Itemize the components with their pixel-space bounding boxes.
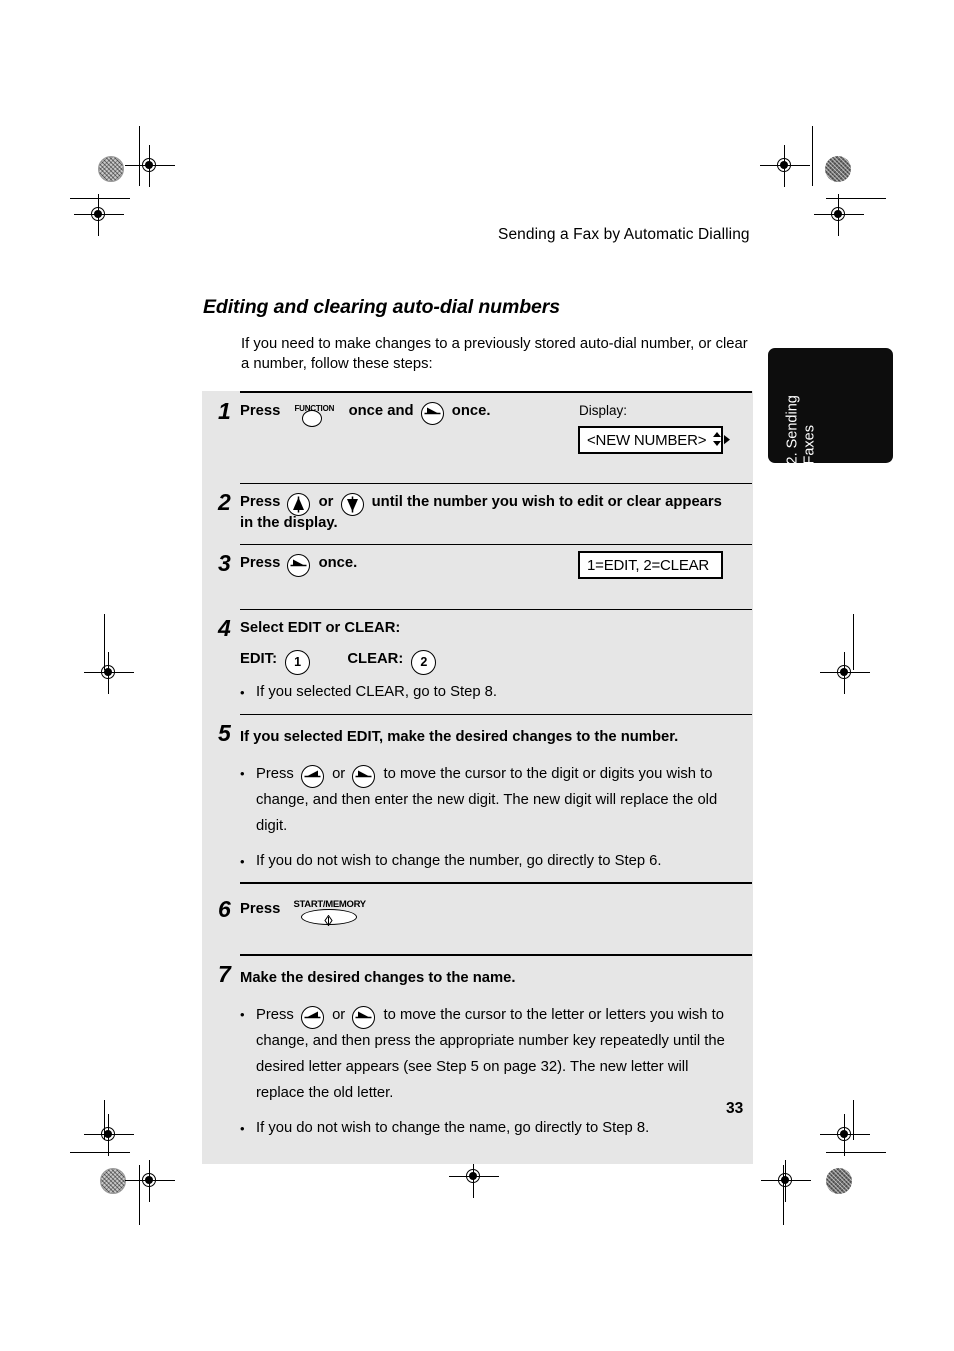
step-number: 6: [218, 896, 231, 922]
registration-target: [84, 1114, 134, 1156]
display-scroll-arrows-icon: [712, 431, 732, 449]
registration-target: [125, 1160, 175, 1202]
right-arrow-key-icon[interactable]: [420, 402, 445, 426]
registration-target: [449, 1156, 499, 1198]
step5-bullet-2: If you do not wish to change the number,…: [256, 852, 662, 869]
start-memory-glyph-icon: [323, 912, 334, 927]
step4-bullet-1: If you selected CLEAR, go to Step 8.: [256, 684, 497, 700]
numeric-key-1-label: 1: [294, 654, 302, 669]
procedure-step-4: 4 Select EDIT or CLEAR: EDIT: 1 CLEAR: 2: [202, 609, 753, 714]
bullet-item: • If you do not wish to change the name,…: [240, 1118, 739, 1140]
numeric-key-2-icon[interactable]: 2: [411, 649, 437, 676]
step7-or-label: or: [332, 1007, 346, 1023]
registration-target: [84, 652, 134, 694]
running-head: Sending a Fax by Automatic Dialling: [498, 226, 750, 243]
step2-text: until the number you wish to edit or cle…: [240, 494, 722, 531]
bullet-item: • Press or: [240, 761, 739, 839]
step1-tail-label: once.: [451, 403, 491, 419]
step5-press-label: Press: [256, 765, 294, 782]
intro-paragraph: If you need to make changes to a previou…: [241, 336, 748, 372]
right-arrow-key-icon[interactable]: [287, 554, 311, 578]
step-number: 7: [218, 961, 231, 987]
step7-bullet-1-text: to move the cursor to the letter or lett…: [256, 1007, 725, 1101]
step-number: 1: [218, 398, 231, 424]
halftone-dot: [826, 1168, 852, 1194]
step5-title: If you selected EDIT, make the desired c…: [240, 728, 679, 745]
procedure-step-6: 6 Press START/MEMORY: [202, 882, 753, 954]
display-readout-2-text: 1=EDIT, 2=CLEAR: [587, 556, 710, 574]
bullet-item: • If you do not wish to change the numbe…: [240, 851, 739, 873]
right-arrow-key-icon[interactable]: [352, 1006, 376, 1030]
registration-target: [761, 1160, 811, 1202]
start-memory-key-icon[interactable]: START/MEMORY: [290, 898, 368, 928]
step-number: 2: [218, 489, 231, 515]
registration-target: [820, 652, 870, 694]
page-title: Editing and clearing auto-dial numbers: [203, 296, 560, 318]
registration-target: [820, 1114, 870, 1156]
function-key-oval: [302, 410, 323, 428]
halftone-dot: [98, 156, 124, 182]
numeric-key-1-icon[interactable]: 1: [285, 649, 311, 676]
crop-mark-line: [826, 1152, 886, 1153]
procedure-step-7: 7 Make the desired changes to the name. …: [202, 954, 753, 1156]
display-readout-1-text: <NEW NUMBER>: [587, 431, 707, 449]
halftone-dot: [825, 156, 851, 182]
step-number: 4: [218, 615, 231, 641]
step7-bullet-2: If you do not wish to change the name, g…: [256, 1120, 650, 1136]
bullet-glyph: •: [240, 765, 245, 781]
chapter-tab: 2. Sending Faxes: [768, 348, 893, 465]
procedure-step-2: 2 Press or until the number you wish to …: [202, 483, 753, 544]
step3-press-label: Press: [240, 555, 281, 571]
edit-label: EDIT:: [240, 651, 277, 667]
step2-or-label: or: [318, 494, 334, 510]
function-key-icon[interactable]: FUNCTION: [288, 401, 342, 428]
crop-mark-line: [70, 198, 130, 199]
registration-target: [125, 145, 175, 187]
step5-or-label: or: [332, 765, 346, 782]
numeric-key-2-label: 2: [420, 654, 428, 669]
step1-mid-label: once and: [348, 403, 414, 419]
bullet-item: • If you selected CLEAR, go to Step 8.: [240, 682, 743, 704]
down-arrow-key-icon[interactable]: [340, 493, 365, 517]
left-arrow-key-icon[interactable]: [300, 1006, 325, 1030]
chapter-tab-label: 2. Sending Faxes: [784, 395, 818, 465]
right-arrow-key-icon[interactable]: [352, 764, 376, 789]
bullet-glyph: •: [240, 1007, 245, 1022]
step6-press-label: Press: [240, 900, 281, 917]
registration-target: [814, 194, 864, 236]
registration-target: [760, 145, 810, 187]
left-arrow-key-icon[interactable]: [300, 764, 325, 789]
step-number: 3: [218, 550, 231, 576]
display-readout-1: <NEW NUMBER>: [578, 426, 731, 454]
page-number: 33: [726, 1100, 744, 1117]
step7-press-label: Press: [256, 1007, 294, 1023]
display-label-1: Display:: [579, 403, 628, 418]
step1-press-label: Press: [240, 403, 281, 419]
bullet-glyph: •: [240, 853, 245, 869]
bullet-glyph: •: [240, 1121, 245, 1136]
display-readout-2: 1=EDIT, 2=CLEAR: [578, 551, 723, 579]
procedure-step-3: 3 Press once. 1=EDIT, 2=CLEAR: [202, 544, 753, 609]
crop-mark-line: [826, 198, 886, 199]
bullet-item: • Press or: [240, 1002, 739, 1106]
procedure-step-1: 1 Press FUNCTION once and once. Display:…: [202, 391, 753, 483]
step-number: 5: [218, 719, 231, 746]
document-page: Sending a Fax by Automatic Dialling Edit…: [0, 0, 954, 1351]
crop-mark-line: [812, 126, 813, 186]
up-arrow-key-icon[interactable]: [287, 493, 311, 517]
crop-mark-line: [70, 1152, 130, 1153]
bullet-glyph: •: [240, 685, 245, 700]
registration-target: [74, 194, 124, 236]
step7-title: Make the desired changes to the name.: [240, 970, 516, 986]
halftone-dot: [100, 1168, 126, 1194]
step3-tail-label: once.: [318, 555, 358, 571]
step4-title: Select EDIT or CLEAR:: [240, 620, 401, 636]
procedure-container: 1 Press FUNCTION once and once. Display:…: [202, 391, 753, 1164]
clear-label: CLEAR:: [347, 651, 404, 667]
step2-press-label: Press: [240, 494, 281, 510]
procedure-step-5: 5 If you selected EDIT, make the desired…: [202, 713, 753, 883]
step5-bullet-1-text: to move the cursor to the digit or digit…: [256, 765, 718, 834]
